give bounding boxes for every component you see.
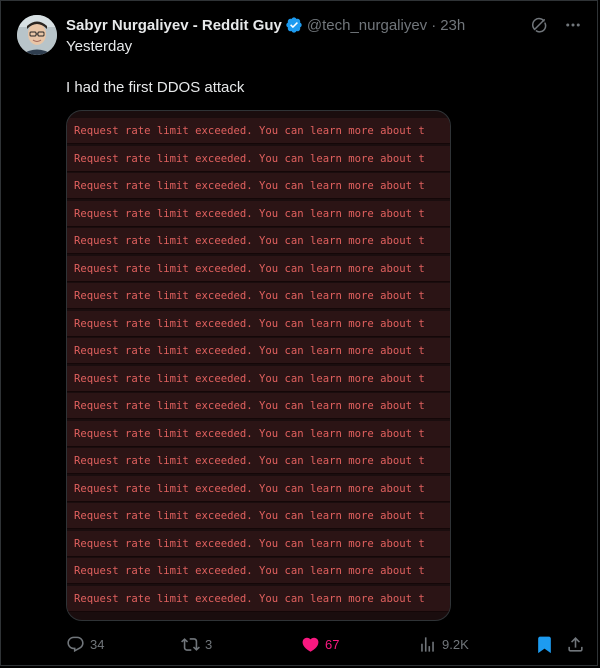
log-line: Request rate limit exceeded. You can lea… [67,118,450,144]
views-button[interactable]: 9.2K [418,633,469,655]
repost-count: 3 [205,636,213,652]
action-bar: 34 3 67 9.2K [66,633,586,655]
heart-icon [302,637,319,652]
tweet-text: I had the first DDOS attack [66,79,245,96]
like-count: 67 [325,636,340,652]
log-line: Request rate limit exceeded. You can lea… [67,475,450,502]
tweet-header: Sabyr Nurgaliyev - Reddit Guy @tech_nurg… [66,15,465,35]
avatar-image [17,15,57,55]
share-button[interactable] [566,633,585,655]
avatar[interactable] [17,15,57,55]
more-icon[interactable] [563,15,583,35]
log-line: Request rate limit exceeded. You can lea… [67,310,450,337]
like-button[interactable]: 67 [301,633,339,655]
log-line: Request rate limit exceeded. You can lea… [67,228,450,254]
author-name[interactable]: Sabyr Nurgaliyev - Reddit Guy [66,17,282,34]
reply-icon [67,636,84,652]
reply-button[interactable]: 34 [66,633,104,655]
log-line: Request rate limit exceeded. You can lea… [67,393,450,419]
views-icon [421,636,434,652]
grok-icon[interactable] [529,15,549,35]
bookmark-button[interactable] [535,633,554,655]
separator-dot: · [431,16,437,34]
log-line: Request rate limit exceeded. You can lea… [67,420,450,447]
repost-button[interactable]: 3 [181,633,212,655]
repost-icon [181,637,200,651]
log-line: Request rate limit exceeded. You can lea… [67,145,450,172]
log-line: Request rate limit exceeded. You can lea… [67,173,450,199]
top-actions [529,15,583,35]
log-line: Request rate limit exceeded. You can lea… [67,255,450,282]
verified-badge-icon[interactable] [285,16,303,34]
media-image[interactable]: Request rate limit exceeded. You can lea… [66,110,451,621]
reply-count: 34 [90,636,105,652]
log-line: Request rate limit exceeded. You can lea… [67,448,450,474]
log-line: Request rate limit exceeded. You can lea… [67,585,450,612]
log-line: Request rate limit exceeded. You can lea… [67,200,450,227]
timestamp[interactable]: 23h [440,17,465,34]
log-line: Request rate limit exceeded. You can lea… [67,283,450,309]
log-line: Request rate limit exceeded. You can lea… [67,365,450,392]
log-line: Request rate limit exceeded. You can lea… [67,503,450,529]
log-line: Request rate limit exceeded. You can lea… [67,530,450,557]
bookmark-icon [538,636,551,653]
tweet[interactable]: Sabyr Nurgaliyev - Reddit Guy @tech_nurg… [0,0,598,666]
log-line: Request rate limit exceeded. You can lea… [67,338,450,364]
tweet-subline: Yesterday [66,38,133,55]
log-line: Request rate limit exceeded. You can lea… [67,558,450,584]
views-count: 9.2K [442,636,469,652]
share-icon [568,636,583,652]
author-handle[interactable]: @tech_nurgaliyev [307,17,427,34]
